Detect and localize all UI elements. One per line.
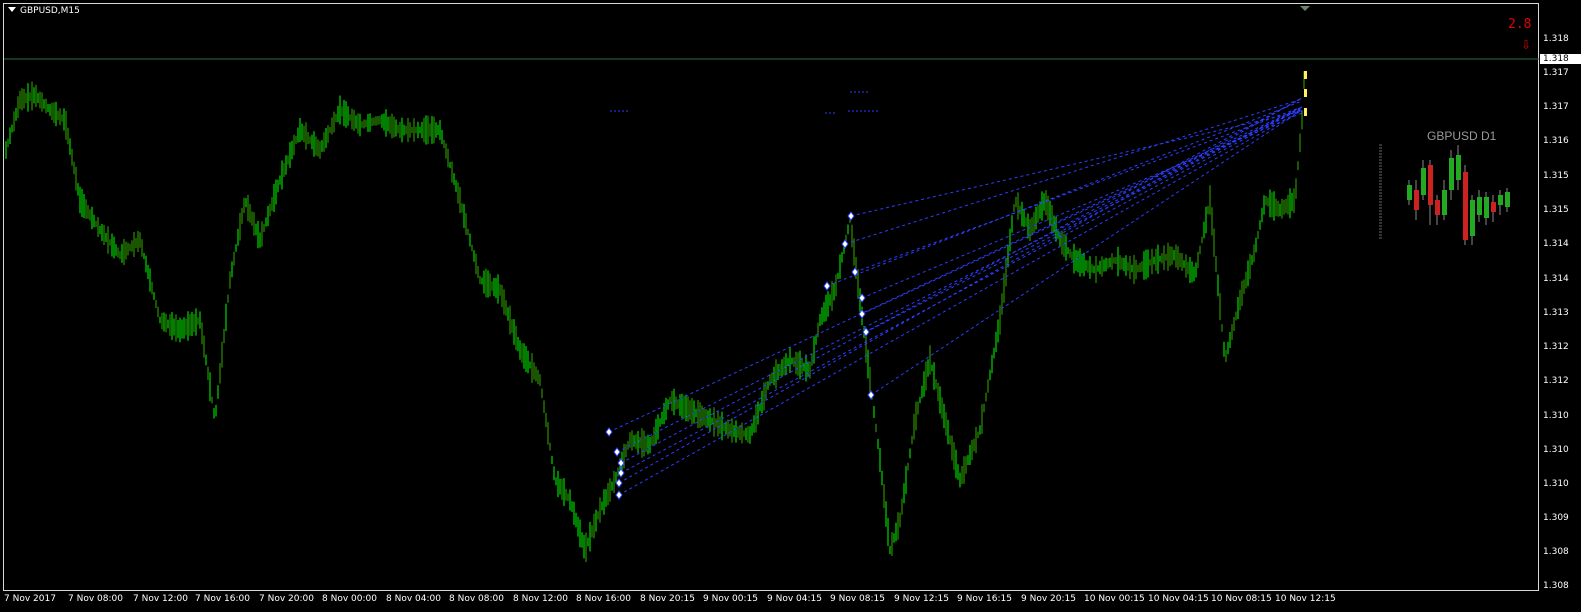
time-tick-label: 9 Nov 16:15 [957,594,1012,604]
time-tick-label: 8 Nov 20:15 [640,594,695,604]
mini-candle-body [1498,195,1503,205]
dropdown-triangle-icon[interactable] [8,7,16,12]
signal-marker-icon[interactable] [847,211,855,221]
price-tick-label: 1.312 [1543,342,1569,352]
trend-line[interactable] [620,97,1303,464]
time-tick-label: 8 Nov 16:00 [576,594,631,604]
price-tick-label: 1.313 [1543,308,1569,318]
mini-candle-body [1463,172,1468,240]
symbol-title-text: GBPUSD,M15 [20,6,80,16]
price-chart[interactable] [0,0,1581,612]
mini-candle-body [1407,185,1412,200]
mini-candle-body [1421,168,1426,195]
trend-line[interactable] [850,110,1303,217]
time-tick-label: 10 Nov 04:15 [1148,594,1209,604]
signal-marker-icon[interactable] [823,281,831,291]
price-tick-label: 1.317 [1543,68,1569,78]
price-tick-label: 1.312 [1543,376,1569,386]
price-tick-label: 1.310 [1543,411,1569,421]
price-tick-label: 1.315 [1543,171,1569,181]
price-tick-label: 1.309 [1543,513,1569,523]
time-tick-label: 7 Nov 08:00 [68,594,123,604]
signal-marker-icon[interactable] [615,478,623,488]
current-price-label: 1.318 [1540,54,1581,64]
mini-candle-body [1505,192,1510,207]
mini-candle-body [1456,155,1461,180]
mini-candle-body [1442,190,1447,215]
shift-marker-icon[interactable] [1300,6,1310,11]
time-tick-label: 10 Nov 12:15 [1275,594,1336,604]
signal-marker-icon[interactable] [617,458,625,468]
mini-chart-layer [1379,144,1510,245]
time-tick-label: 10 Nov 08:15 [1211,594,1272,604]
price-tick-label: 1.308 [1543,547,1569,557]
time-tick-label: 8 Nov 04:00 [386,594,441,604]
time-tick-label: 7 Nov 2017 [4,594,56,604]
time-tick-label: 8 Nov 08:00 [449,594,504,604]
signal-marker-icon[interactable] [615,490,623,500]
trend-line[interactable] [826,100,1303,287]
trend-line[interactable] [608,106,1303,433]
trend-line[interactable] [865,106,1303,333]
mini-candle-body [1428,165,1433,205]
time-tick-label: 9 Nov 04:15 [767,594,822,604]
price-tick-label: 1.316 [1543,136,1569,146]
time-tick-label: 9 Nov 20:15 [1021,594,1076,604]
time-tick-label: 8 Nov 00:00 [322,594,377,604]
signal-marker-icon[interactable] [605,427,613,437]
time-tick-label: 7 Nov 20:00 [259,594,314,604]
down-arrow-icon: ⇩ [1521,38,1532,52]
time-tick-label: 8 Nov 12:00 [513,594,568,604]
mini-candle-body [1414,190,1419,210]
mini-candle-body [1470,200,1475,236]
signal-marker-icon[interactable] [841,239,849,249]
mini-candle-body [1484,197,1489,218]
trend-line[interactable] [870,109,1303,396]
price-tick-label: 1.308 [1543,581,1569,591]
time-tick-label: 10 Nov 00:15 [1084,594,1145,604]
mini-candle-body [1491,202,1496,212]
mini-chart-title: GBPUSD D1 [1427,129,1497,143]
signal-marker-icon[interactable] [613,447,621,457]
price-tick-label: 1.314 [1543,274,1569,284]
spread-value: 2.8 [1508,17,1532,32]
price-tick-label: 1.318 [1543,34,1569,44]
mini-candle-body [1435,200,1440,215]
price-tick-label: 1.317 [1543,102,1569,112]
time-tick-label: 9 Nov 08:15 [830,594,885,604]
signal-marker-icon[interactable] [867,390,875,400]
trend-line[interactable] [861,108,1303,315]
candles-layer [5,71,1305,563]
entry-marker-icon [1304,108,1307,116]
price-tick-label: 1.310 [1543,445,1569,455]
mini-candle-body [1477,197,1482,215]
signal-marker-icon[interactable] [617,468,625,478]
entry-marker-icon [1304,89,1307,97]
markers-layer [605,71,1307,500]
time-tick-label: 7 Nov 16:00 [195,594,250,604]
symbol-title[interactable]: GBPUSD,M15 [8,6,80,16]
time-tick-label: 7 Nov 12:00 [133,594,188,604]
trend-line[interactable] [618,109,1303,496]
time-tick-label: 9 Nov 00:15 [703,594,758,604]
trend-line[interactable] [616,106,1303,453]
time-tick-label: 9 Nov 12:15 [894,594,949,604]
entry-marker-icon [1304,71,1307,79]
trend-line[interactable] [854,106,1303,273]
mini-candle-body [1449,158,1454,190]
price-tick-label: 1.310 [1543,479,1569,489]
trendlines-layer [608,97,1303,496]
price-tick-label: 1.315 [1543,205,1569,215]
price-tick-label: 1.314 [1543,239,1569,249]
